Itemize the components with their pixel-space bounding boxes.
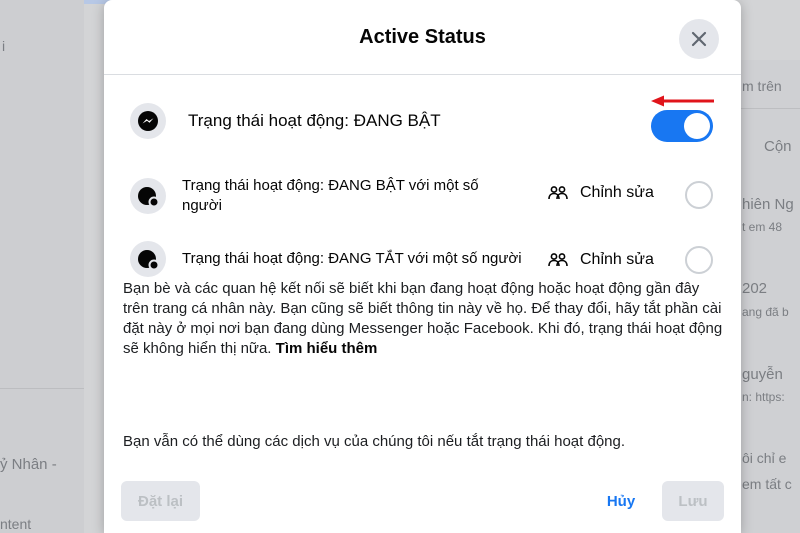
background-text: Cộn <box>764 138 792 155</box>
people-icon <box>548 253 568 267</box>
active-status-toggle[interactable] <box>651 110 713 142</box>
background-divider <box>738 108 800 109</box>
background-text: t em 48 <box>742 220 783 234</box>
background-left-column <box>0 0 84 533</box>
option-radio[interactable] <box>685 181 713 209</box>
close-icon <box>691 31 707 47</box>
messenger-icon <box>138 111 158 131</box>
edit-button[interactable]: Chỉnh sửa <box>548 251 654 269</box>
toggle-knob <box>684 113 710 139</box>
edit-label: Chỉnh sửa <box>580 251 654 268</box>
background-text: guyễn <box>742 366 783 383</box>
description-text: Bạn bè và các quan hệ kết nối sẽ biết kh… <box>123 280 723 357</box>
active-status-icon <box>138 250 159 270</box>
dialog-title: Active Status <box>359 26 486 48</box>
people-icon <box>548 186 568 200</box>
close-button[interactable] <box>679 19 719 59</box>
background-text: 202 <box>742 280 768 297</box>
status-icon-wrap <box>130 178 166 214</box>
background-text: m trên <box>742 78 782 94</box>
background-text: ỷ Nhân - <box>0 456 57 473</box>
active-status-dialog: Active Status Trạng thái hoạt động: ĐANG… <box>104 0 741 533</box>
main-status-label: Trạng thái hoạt động: ĐANG BẬT <box>188 111 441 130</box>
option-label: Trạng thái hoạt động: ĐANG TẮT với một s… <box>182 250 522 267</box>
background-text: ntent <box>0 516 32 532</box>
option-label: Trạng thái hoạt động: ĐANG BẬT với một s… <box>182 177 479 214</box>
option-row: Trạng thái hoạt động: ĐANG TẮT với một s… <box>130 241 522 277</box>
background-text: ang đã b <box>742 305 789 319</box>
active-status-icon <box>138 187 159 207</box>
dialog-header: Active Status <box>104 0 741 75</box>
background-text: i <box>2 38 6 54</box>
red-arrow-annotation <box>651 95 714 107</box>
background-text: n: https: <box>742 390 785 404</box>
cancel-button[interactable]: Hủy <box>592 481 650 521</box>
main-status-row: Trạng thái hoạt động: ĐANG BẬT <box>130 103 441 139</box>
edit-button[interactable]: Chỉnh sửa <box>548 184 654 202</box>
option-radio[interactable] <box>685 246 713 274</box>
status-note: Bạn vẫn có thể dùng các dịch vụ của chún… <box>123 433 626 450</box>
option-row: Trạng thái hoạt động: ĐANG BẬT với một s… <box>130 176 522 216</box>
background-text: hiên Ng <box>742 196 794 213</box>
background-text: ôi chỉ e <box>742 450 787 466</box>
status-icon-wrap <box>130 241 166 277</box>
background-divider <box>0 388 84 389</box>
reset-button[interactable]: Đặt lại <box>121 481 200 521</box>
edit-label: Chỉnh sửa <box>580 184 654 201</box>
learn-more-link[interactable]: Tìm hiểu thêm <box>276 340 378 357</box>
background-text: em tất c <box>742 476 792 492</box>
save-button[interactable]: Lưu <box>662 481 724 521</box>
status-description: Bạn bè và các quan hệ kết nối sẽ biết kh… <box>123 279 725 359</box>
messenger-icon-wrap <box>130 103 166 139</box>
